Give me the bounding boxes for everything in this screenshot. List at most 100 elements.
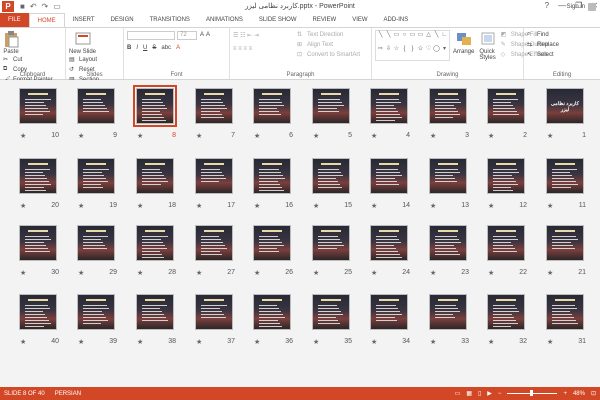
shadow-button[interactable]: abc bbox=[161, 45, 171, 51]
shrink-font-icon[interactable]: A bbox=[206, 32, 210, 38]
slide-thumbnail[interactable] bbox=[370, 294, 408, 330]
language-indicator[interactable]: PERSIAN bbox=[55, 391, 81, 397]
cut-button[interactable]: ✂ Cut bbox=[3, 55, 53, 65]
transition-star-icon[interactable]: ★ bbox=[547, 132, 553, 140]
font-size-box[interactable]: 72 bbox=[177, 30, 197, 40]
start-from-beginning-icon[interactable]: ▭ bbox=[53, 2, 61, 11]
slide-thumbnail[interactable] bbox=[370, 158, 408, 194]
shapes-gallery[interactable]: ╲ ╲ ▭ ○ ▭ ▭ △ ╲ ∟ ⇨ ⇩ ☆ { } ✩ ♡ ◯ ▾ bbox=[375, 30, 450, 61]
slide-thumbnail[interactable] bbox=[546, 294, 584, 330]
slide-thumbnail[interactable] bbox=[253, 294, 291, 330]
outdent-icon[interactable]: ⇥ bbox=[254, 32, 259, 39]
bold-button[interactable]: B bbox=[127, 45, 131, 51]
reading-view-icon[interactable]: ▯ bbox=[478, 390, 481, 397]
numbering-icon[interactable]: ☷ bbox=[240, 32, 245, 39]
slide-thumbnail[interactable] bbox=[487, 158, 525, 194]
slide-thumbnail[interactable] bbox=[370, 225, 408, 261]
slide-thumbnail[interactable] bbox=[487, 294, 525, 330]
bullets-icon[interactable]: ☰ bbox=[233, 32, 238, 39]
transition-star-icon[interactable]: ★ bbox=[371, 269, 377, 277]
transition-star-icon[interactable]: ★ bbox=[254, 202, 260, 210]
font-color-button[interactable]: A bbox=[176, 45, 180, 51]
sign-in[interactable]: Sign in bbox=[567, 3, 596, 11]
slide-thumbnail[interactable] bbox=[136, 158, 174, 194]
layout-button[interactable]: ▤ Layout bbox=[69, 55, 99, 65]
shape-star-icon[interactable]: ✩ bbox=[417, 46, 424, 53]
transition-star-icon[interactable]: ★ bbox=[20, 338, 26, 346]
align-right-icon[interactable]: ≡ bbox=[243, 46, 247, 52]
tab-animations[interactable]: ANIMATIONS bbox=[198, 13, 251, 27]
shape-oval-icon[interactable]: ○ bbox=[401, 32, 408, 39]
transition-star-icon[interactable]: ★ bbox=[78, 338, 84, 346]
slide-thumbnail[interactable] bbox=[429, 88, 467, 124]
slide-thumbnail[interactable] bbox=[429, 294, 467, 330]
transition-star-icon[interactable]: ★ bbox=[371, 202, 377, 210]
indent-icon[interactable]: ⇤ bbox=[247, 32, 252, 39]
minimize-icon[interactable]: — bbox=[558, 1, 566, 10]
zoom-level[interactable]: 48% bbox=[573, 391, 585, 397]
shape-brace-icon[interactable]: } bbox=[409, 46, 416, 53]
fit-slide-icon[interactable]: ⊡ bbox=[591, 390, 596, 397]
slide-thumbnail[interactable] bbox=[312, 225, 350, 261]
slide-thumbnail[interactable]: کاربرد نظامی لیزر bbox=[546, 88, 584, 124]
transition-star-icon[interactable]: ★ bbox=[371, 338, 377, 346]
transition-star-icon[interactable]: ★ bbox=[254, 269, 260, 277]
transition-star-icon[interactable]: ★ bbox=[78, 202, 84, 210]
slide-thumbnail[interactable] bbox=[77, 158, 115, 194]
transition-star-icon[interactable]: ★ bbox=[488, 269, 494, 277]
transition-star-icon[interactable]: ★ bbox=[78, 132, 84, 140]
slide-thumbnail[interactable] bbox=[429, 225, 467, 261]
transition-star-icon[interactable]: ★ bbox=[430, 202, 436, 210]
shape-star-icon[interactable]: ☆ bbox=[393, 46, 400, 53]
slide-thumbnail[interactable] bbox=[77, 88, 115, 124]
slide-thumbnail[interactable] bbox=[370, 88, 408, 124]
slide-sorter-view-icon[interactable]: ▦ bbox=[466, 390, 472, 397]
slide-thumbnail[interactable] bbox=[195, 88, 233, 124]
transition-star-icon[interactable]: ★ bbox=[547, 338, 553, 346]
transition-star-icon[interactable]: ★ bbox=[254, 338, 260, 346]
tab-slide-show[interactable]: SLIDE SHOW bbox=[251, 13, 305, 27]
transition-star-icon[interactable]: ★ bbox=[137, 132, 143, 140]
transition-star-icon[interactable]: ★ bbox=[254, 132, 260, 140]
transition-star-icon[interactable]: ★ bbox=[371, 132, 377, 140]
transition-star-icon[interactable]: ★ bbox=[547, 269, 553, 277]
align-text-button[interactable]: ⊞ Align Text bbox=[297, 40, 360, 50]
normal-view-icon[interactable]: ▭ bbox=[455, 390, 461, 397]
shape-arrow-icon[interactable]: ⇩ bbox=[385, 46, 392, 53]
shape-rect-icon[interactable]: ▭ bbox=[409, 32, 416, 39]
underline-button[interactable]: U bbox=[143, 45, 147, 51]
transition-star-icon[interactable]: ★ bbox=[488, 132, 494, 140]
transition-star-icon[interactable]: ★ bbox=[313, 202, 319, 210]
transition-star-icon[interactable]: ★ bbox=[78, 269, 84, 277]
shape-heart-icon[interactable]: ♡ bbox=[425, 46, 432, 53]
save-icon[interactable]: ■ bbox=[20, 2, 25, 11]
transition-star-icon[interactable]: ★ bbox=[313, 132, 319, 140]
transition-star-icon[interactable]: ★ bbox=[196, 338, 202, 346]
help-icon[interactable]: ? bbox=[545, 1, 549, 10]
tab-review[interactable]: REVIEW bbox=[305, 13, 345, 27]
replace-button[interactable]: ⇆ Replace bbox=[527, 40, 597, 50]
slide-thumbnail[interactable] bbox=[19, 225, 57, 261]
transition-star-icon[interactable]: ★ bbox=[137, 269, 143, 277]
slide-thumbnail[interactable] bbox=[133, 85, 177, 127]
slide-thumbnail[interactable] bbox=[195, 294, 233, 330]
transition-star-icon[interactable]: ★ bbox=[430, 338, 436, 346]
text-direction-button[interactable]: ⇅ Text Direction bbox=[297, 30, 360, 40]
slide-thumbnail[interactable] bbox=[546, 225, 584, 261]
zoom-in-button[interactable]: + bbox=[563, 391, 567, 397]
slide-thumbnail[interactable] bbox=[312, 294, 350, 330]
zoom-out-button[interactable]: − bbox=[498, 391, 502, 397]
slideshow-view-icon[interactable]: ▶ bbox=[487, 390, 492, 397]
slide-thumbnail[interactable] bbox=[253, 225, 291, 261]
slide-thumbnail[interactable] bbox=[19, 88, 57, 124]
transition-star-icon[interactable]: ★ bbox=[137, 338, 143, 346]
tab-insert[interactable]: INSERT bbox=[65, 13, 103, 27]
slide-thumbnail[interactable] bbox=[19, 294, 57, 330]
italic-button[interactable]: I bbox=[136, 45, 138, 51]
justify-icon[interactable]: ≡ bbox=[249, 46, 253, 52]
shape-line-icon[interactable]: ╲ bbox=[433, 32, 440, 39]
shape-line-icon[interactable]: ╲ bbox=[385, 32, 392, 39]
font-name-box[interactable] bbox=[127, 30, 175, 40]
shape-rect-icon[interactable]: ▭ bbox=[417, 32, 424, 39]
slide-thumbnail[interactable] bbox=[487, 225, 525, 261]
